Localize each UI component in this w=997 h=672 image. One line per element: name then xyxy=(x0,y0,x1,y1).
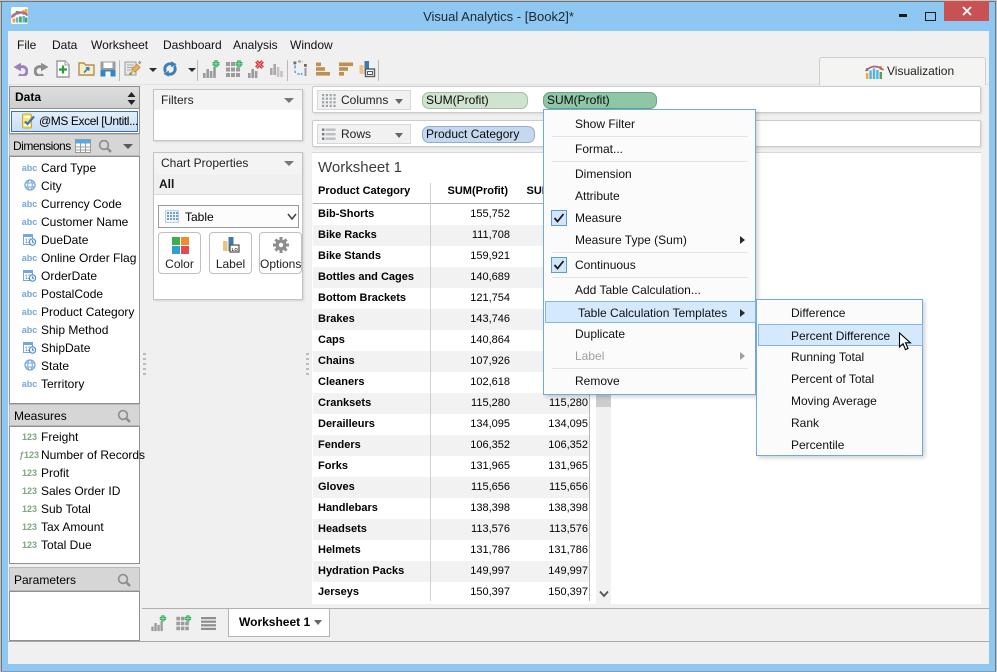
svg-text:LO: LO xyxy=(232,247,239,252)
